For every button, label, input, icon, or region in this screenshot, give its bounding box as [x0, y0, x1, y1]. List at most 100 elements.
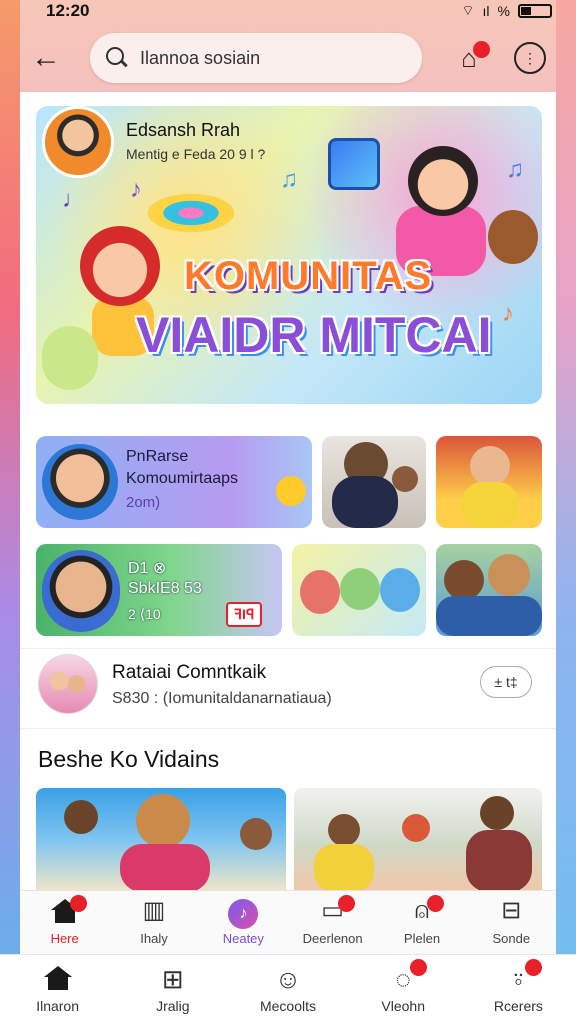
tab-badge [427, 895, 445, 912]
tab-library[interactable]: ▥ Ihaly [109, 891, 198, 954]
photo-thumbnail[interactable] [436, 544, 542, 636]
child-illustration [80, 226, 160, 306]
card-title: D1 ⊗ [128, 560, 167, 577]
community-row[interactable]: Rataiai Comntkaik S830 : (Iomunitaldanar… [36, 650, 542, 718]
notification-badge [473, 41, 490, 58]
person-photo-body [436, 596, 542, 636]
avatar [38, 654, 98, 714]
nav-grid[interactable]: ⊞ Jralig [115, 955, 230, 1024]
tab-music[interactable]: ♪ Neatey [199, 891, 288, 954]
nav-label: Ilnaron [36, 997, 79, 1014]
person-icon: ⍤ [510, 963, 527, 994]
child-photo [470, 446, 510, 486]
nav-label: Jralig [156, 997, 190, 1014]
tab-label: Ihaly [140, 931, 168, 946]
book-icon: ▥ [142, 897, 166, 924]
nav-label: Rcerers [493, 997, 543, 1014]
right-decoration [556, 0, 576, 1024]
girl-illustration [408, 146, 478, 216]
arrow-left-icon: ← [31, 41, 61, 74]
nav-home[interactable]: Ilnaron [0, 955, 115, 1024]
child-photo [392, 466, 418, 492]
wifi-icon: ⌔ [461, 2, 475, 18]
more-icon: ⋮ [523, 50, 537, 66]
nav-label: Vleohn [381, 997, 425, 1014]
cartoon-character [380, 568, 420, 612]
community-card[interactable]: PnRarse Komoumirtaaps 2om) [36, 436, 312, 528]
tab-badge [70, 895, 88, 912]
search-query: Ilannoa sosiain [140, 47, 261, 68]
hero-banner[interactable]: Edsansh Rrah Mentig e Feda 20 9 l ? ♪ ♫ … [36, 106, 542, 404]
bear-illustration [488, 210, 538, 264]
music-note-icon: ♫ [506, 156, 524, 183]
back-button[interactable]: ← [20, 32, 72, 84]
person-photo [64, 800, 98, 834]
status-time: 12:20 [46, 1, 90, 20]
card-title: PnRarse [126, 448, 189, 465]
music-note-icon: ♪ [130, 176, 142, 203]
tab-notifications[interactable]: ⍝ Plelen [377, 891, 466, 954]
person-photo [488, 554, 530, 596]
main-content: Edsansh Rrah Mentig e Feda 20 9 l ? ♪ ♫ … [20, 92, 556, 954]
music-note-icon: ♩ [62, 186, 86, 213]
chat-icon: ◌ [395, 963, 411, 994]
hero-avatar[interactable] [42, 106, 114, 178]
tab-home[interactable]: Here [20, 891, 109, 954]
avatar [42, 550, 120, 632]
cartoon-character [340, 568, 380, 610]
photo-thumbnail[interactable] [436, 436, 542, 528]
disc-illustration [148, 194, 234, 232]
person-photo [444, 560, 484, 600]
grid-icon: ⊞ [161, 963, 184, 994]
tab-settings[interactable]: ⊟ Sonde [467, 891, 556, 954]
tab-label: Here [50, 931, 79, 946]
search-input[interactable]: Ilannoa sosiain [90, 33, 422, 83]
section-title: Beshe Ko Vidains [38, 746, 220, 772]
cartoon-thumbnail[interactable] [292, 544, 426, 636]
person-photo [328, 814, 360, 846]
nav-moments[interactable]: ☺ Mecoolts [230, 955, 345, 1024]
cat-illustration [42, 326, 98, 390]
child-photo-body [462, 482, 518, 528]
hero-title-line2: VIAIDR MITCAI [136, 307, 492, 363]
music-note-icon: ♪ [502, 300, 514, 327]
signal-icon: ıl [482, 3, 490, 19]
tab-badge [338, 895, 355, 912]
tab-discussion[interactable]: ▭ Deerlenon [288, 891, 377, 954]
more-options-button[interactable]: ⋮ [514, 42, 546, 74]
sun-sticker-icon [276, 476, 306, 506]
community-title: Rataiai Comntkaik [112, 662, 267, 683]
person-photo [402, 814, 430, 842]
card-meta: 2om) [126, 494, 161, 511]
video-thumbnail[interactable] [36, 788, 286, 892]
nav-badge [525, 959, 543, 976]
top-bar: ← Ilannoa sosiain ⌂ ⋮ [20, 28, 556, 88]
tab-label: Sonde [492, 931, 531, 946]
tab-label: Neatey [222, 931, 264, 946]
home-icon [43, 965, 72, 994]
music-icon: ♪ [228, 899, 259, 929]
avatar [42, 444, 118, 520]
mascot-body [120, 844, 210, 892]
tab-label: Deerlenon [302, 931, 363, 946]
music-note-icon: ♫ [280, 166, 298, 193]
percent-icon: % [497, 3, 510, 19]
nav-profile[interactable]: ⍤ Rcerers [461, 955, 576, 1024]
status-bar: 12:20 ⌔ ıl % [0, 0, 576, 22]
video-thumbnail[interactable] [294, 788, 542, 892]
search-icon [106, 47, 128, 69]
settings-icon: ⊟ [501, 897, 522, 924]
card-meta: 2 ⟨10 [128, 606, 161, 622]
battery-icon [518, 4, 552, 18]
nav-messages[interactable]: ◌ Vleohn [346, 955, 461, 1024]
notifications-button[interactable]: ⌂ [446, 35, 492, 81]
community-subtitle: S830 : (Iomunitaldanarnatiaua) [112, 690, 332, 707]
photo-thumbnail[interactable] [322, 436, 426, 528]
person-photo-body [314, 844, 374, 892]
cat-mascot [136, 794, 190, 848]
community-action-label: ± t‡ [494, 674, 518, 690]
event-card[interactable]: D1 ⊗ SbkIE8 53 2 ⟨10 ꟻIꟼ [36, 544, 282, 636]
nav-badge [410, 959, 428, 976]
community-action-button[interactable]: ± t‡ [480, 666, 532, 698]
hero-subtitle: Mentig e Feda 20 9 l ? [126, 146, 266, 162]
